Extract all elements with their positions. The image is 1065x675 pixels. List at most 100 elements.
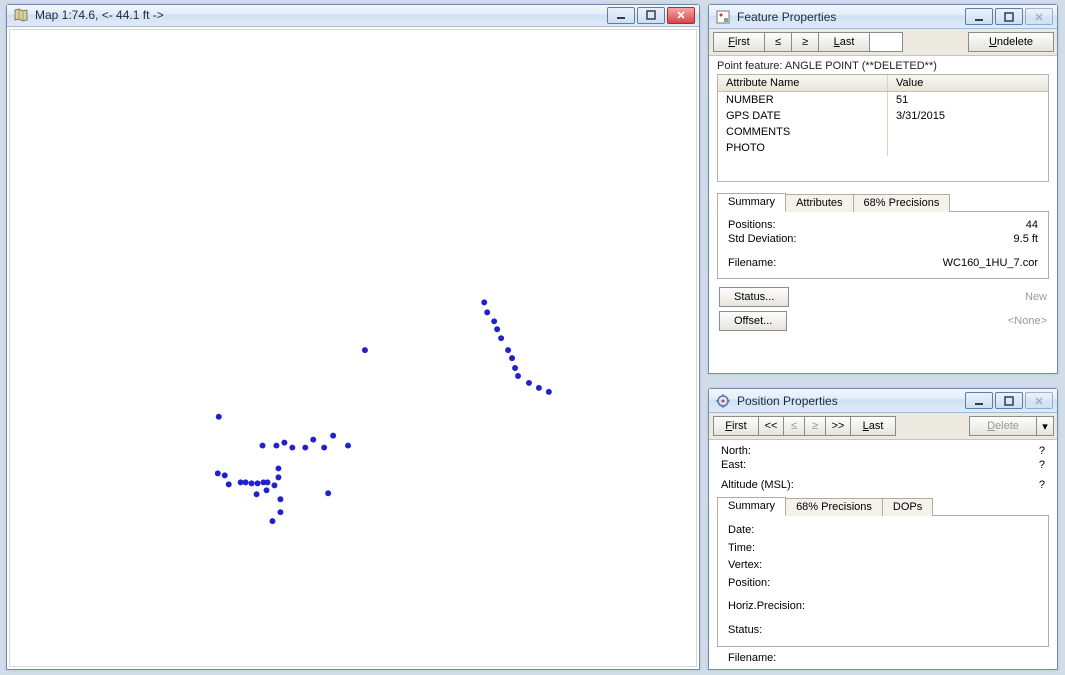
map-canvas[interactable] <box>9 29 697 667</box>
map-point[interactable] <box>222 472 228 478</box>
table-row[interactable]: PHOTO <box>718 140 1048 156</box>
feature-icon <box>715 9 731 25</box>
map-point[interactable] <box>265 479 271 485</box>
minimize-button[interactable] <box>607 7 635 24</box>
map-point[interactable] <box>281 439 287 445</box>
stddev-label: Std Deviation: <box>728 233 796 245</box>
map-icon <box>13 7 29 23</box>
east-value: ? <box>1039 459 1045 471</box>
delete-dropdown[interactable]: ▾ <box>1036 416 1054 436</box>
map-point[interactable] <box>526 380 532 386</box>
map-point[interactable] <box>330 432 336 438</box>
col-attr-header: Attribute Name <box>718 75 888 91</box>
map-point[interactable] <box>491 318 497 324</box>
north-label: North: <box>721 445 751 457</box>
tab-summary[interactable]: Summary <box>717 193 786 212</box>
map-point[interactable] <box>310 436 316 442</box>
map-point[interactable] <box>255 480 261 486</box>
map-point[interactable] <box>345 442 351 448</box>
minimize-button[interactable] <box>965 392 993 409</box>
map-point[interactable] <box>512 365 518 371</box>
time-label: Time: <box>728 540 1038 558</box>
last-button[interactable]: Last <box>818 32 870 52</box>
prev-button[interactable]: ≤ <box>783 416 805 436</box>
table-row[interactable]: GPS DATE3/31/2015 <box>718 108 1048 124</box>
last-button[interactable]: Last <box>850 416 896 436</box>
attribute-table[interactable]: Attribute Name Value NUMBER51GPS DATE3/3… <box>717 74 1049 182</box>
map-point[interactable] <box>273 442 279 448</box>
next-page-button[interactable]: >> <box>825 416 851 436</box>
attr-value: 51 <box>888 92 1048 108</box>
minimize-button[interactable] <box>965 8 993 25</box>
map-point[interactable] <box>484 309 490 315</box>
tab-summary[interactable]: Summary <box>717 497 786 516</box>
close-button[interactable] <box>1025 8 1053 25</box>
status-value: New <box>1025 291 1047 303</box>
map-point[interactable] <box>264 487 270 493</box>
map-point[interactable] <box>216 413 222 419</box>
map-point[interactable] <box>289 444 295 450</box>
map-window: Map 1:74.6, <- 44.1 ft -> <box>6 4 700 670</box>
undelete-button[interactable]: Undelete <box>968 32 1054 52</box>
map-point[interactable] <box>362 347 368 353</box>
attr-name: PHOTO <box>718 140 888 156</box>
position-title: Position Properties <box>737 394 959 408</box>
table-row[interactable]: COMMENTS <box>718 124 1048 140</box>
close-button[interactable] <box>667 7 695 24</box>
map-point[interactable] <box>275 474 281 480</box>
col-value-header: Value <box>888 75 1048 91</box>
next-button[interactable]: ≥ <box>791 32 819 52</box>
prev-button[interactable]: ≤ <box>764 32 792 52</box>
table-row[interactable]: NUMBER51 <box>718 92 1048 108</box>
map-point[interactable] <box>321 444 327 450</box>
map-point[interactable] <box>325 490 331 496</box>
map-point[interactable] <box>536 385 542 391</box>
map-point[interactable] <box>509 355 515 361</box>
first-button[interactable]: First <box>713 32 765 52</box>
tab-dops[interactable]: DOPs <box>882 498 933 516</box>
maximize-button[interactable] <box>637 7 665 24</box>
map-point[interactable] <box>277 496 283 502</box>
map-point[interactable] <box>271 482 277 488</box>
map-point[interactable] <box>215 470 221 476</box>
position-icon <box>715 393 731 409</box>
next-button[interactable]: ≥ <box>804 416 826 436</box>
maximize-button[interactable] <box>995 8 1023 25</box>
map-point[interactable] <box>260 442 266 448</box>
status-button[interactable]: Status... <box>719 287 789 307</box>
attr-name: COMMENTS <box>718 124 888 140</box>
east-label: East: <box>721 459 746 471</box>
map-point[interactable] <box>269 518 275 524</box>
tab-precisions[interactable]: 68% Precisions <box>785 498 883 516</box>
map-point[interactable] <box>254 491 260 497</box>
map-point[interactable] <box>275 465 281 471</box>
maximize-button[interactable] <box>995 392 1023 409</box>
delete-button[interactable]: Delete <box>969 416 1037 436</box>
offset-button[interactable]: Offset... <box>719 311 787 331</box>
map-point[interactable] <box>243 479 249 485</box>
close-button[interactable] <box>1025 392 1053 409</box>
stddev-value: 9.5 ft <box>1014 233 1038 245</box>
map-point[interactable] <box>515 373 521 379</box>
vertex-label: Vertex: <box>728 557 1038 575</box>
map-point[interactable] <box>226 481 232 487</box>
map-point[interactable] <box>249 480 255 486</box>
offset-value: <None> <box>1008 315 1047 327</box>
tab-precisions[interactable]: 68% Precisions <box>853 194 951 212</box>
map-point[interactable] <box>481 299 487 305</box>
map-point[interactable] <box>505 347 511 353</box>
tab-attributes[interactable]: Attributes <box>785 194 853 212</box>
first-button[interactable]: First <box>713 416 759 436</box>
map-point[interactable] <box>494 326 500 332</box>
altitude-value: ? <box>1039 479 1045 491</box>
map-point[interactable] <box>277 509 283 515</box>
map-point[interactable] <box>302 444 308 450</box>
position-tabs: Summary 68% Precisions DOPs <box>709 492 1057 515</box>
feature-index-input[interactable] <box>869 32 903 52</box>
attr-name: GPS DATE <box>718 108 888 124</box>
map-point[interactable] <box>546 389 552 395</box>
feature-titlebar: Feature Properties <box>709 5 1057 29</box>
attr-value <box>888 124 1048 140</box>
map-point[interactable] <box>498 335 504 341</box>
prev-page-button[interactable]: << <box>758 416 784 436</box>
